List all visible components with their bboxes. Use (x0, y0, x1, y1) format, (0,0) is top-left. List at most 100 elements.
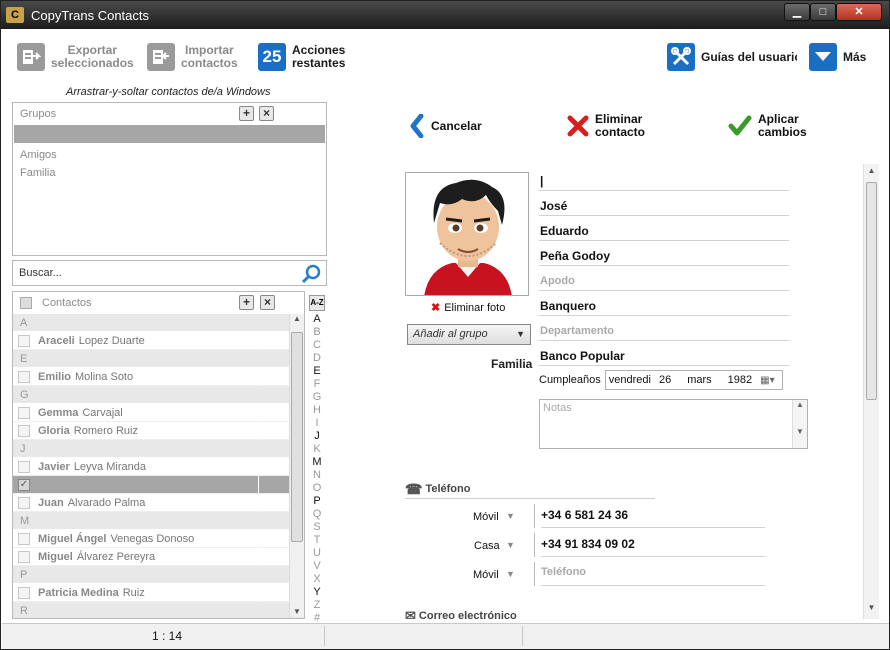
contacts-scroll-thumb[interactable] (291, 332, 303, 542)
alphabet-letter[interactable]: F (307, 378, 327, 391)
prefix-field[interactable]: | (539, 166, 789, 191)
delete-contact-action-button[interactable]: Eliminar contacto (567, 109, 645, 143)
contact-row[interactable]: Javier Leyva Miranda (13, 458, 304, 476)
contact-row[interactable]: Araceli Lopez Duarte (13, 332, 304, 350)
contact-row[interactable]: Miguel Ángel Venegas Donoso (13, 530, 304, 548)
group-row-amigos[interactable]: Amigos (13, 146, 326, 164)
contact-checkbox[interactable] (18, 407, 30, 419)
delete-group-button[interactable]: × (259, 106, 274, 121)
sort-az-button[interactable]: A-Z (309, 295, 325, 311)
detail-scroll-thumb[interactable] (866, 182, 877, 400)
job-title-field[interactable]: Banquero (539, 291, 789, 316)
middle-name-field[interactable]: Eduardo (539, 216, 789, 241)
import-contacts-button[interactable]: Importar contactos (147, 41, 238, 73)
alphabet-letter[interactable]: H (307, 404, 327, 417)
select-all-checkbox[interactable] (20, 297, 32, 309)
detail-scrollbar[interactable]: ▲ ▼ (863, 164, 879, 619)
contact-count: 1 : 14 (152, 629, 183, 643)
contact-row-selected[interactable]: ✓ (13, 476, 304, 494)
alphabet-letter[interactable]: C (307, 339, 327, 352)
cancel-button[interactable]: Cancelar (409, 109, 482, 143)
alphabet-letter[interactable]: V (307, 560, 327, 573)
alphabet-letter[interactable]: Y (307, 586, 327, 599)
birthday-month: mars (687, 374, 712, 386)
contact-checkbox[interactable] (18, 371, 30, 383)
alphabet-letter[interactable]: M (307, 456, 327, 469)
phone-type-caret-icon[interactable]: ▼ (506, 569, 515, 579)
minimize-button[interactable]: ▁ (784, 3, 810, 21)
department-field[interactable]: Departamento (539, 316, 789, 341)
export-selected-button[interactable]: Exportar seleccionados (17, 41, 134, 73)
alphabet-letter[interactable]: S (307, 521, 327, 534)
contact-row[interactable]: Gemma Carvajal (13, 404, 304, 422)
delete-contact-button[interactable]: × (260, 295, 275, 310)
phone-number-field[interactable]: Teléfono (541, 566, 765, 586)
alphabet-letter[interactable]: O (307, 482, 327, 495)
contact-checkbox[interactable]: ✓ (18, 479, 30, 491)
alphabet-letter[interactable]: P (307, 495, 327, 508)
alphabet-letter[interactable]: X (307, 573, 327, 586)
calendar-icon[interactable]: ▦▾ (760, 375, 774, 386)
contact-row[interactable]: Gloria Romero Ruiz (13, 422, 304, 440)
birthday-date-picker[interactable]: vendredi 26 mars 1982 ▦▾ (604, 370, 783, 390)
letter-header: G (13, 386, 304, 404)
contact-photo[interactable] (405, 172, 529, 296)
contact-checkbox[interactable] (18, 551, 30, 563)
more-button[interactable]: Más (809, 41, 866, 73)
add-contact-button[interactable]: + (239, 295, 254, 310)
alphabet-letter[interactable]: G (307, 391, 327, 404)
group-row-selected[interactable] (14, 125, 325, 143)
alphabet-letter[interactable]: D (307, 352, 327, 365)
alphabet-letter[interactable]: T (307, 534, 327, 547)
alphabet-letter[interactable]: K (307, 443, 327, 456)
status-bar: 1 : 14 (2, 623, 889, 649)
first-name-field[interactable]: José (539, 191, 789, 216)
delete-photo-button[interactable]: ✖ Eliminar foto (431, 301, 505, 314)
alphabet-letter[interactable]: N (307, 469, 327, 482)
alphabet-letter[interactable]: U (307, 547, 327, 560)
alphabet-letter[interactable]: Q (307, 508, 327, 521)
notes-field[interactable]: Notas ▲ ▼ (539, 399, 808, 449)
maximize-button[interactable]: □ (810, 3, 836, 21)
contact-row[interactable]: Juan Alvarado Palma (13, 494, 304, 512)
alphabet-letter[interactable]: E (307, 365, 327, 378)
last-name-field[interactable]: Peña Godoy (539, 241, 789, 266)
close-window-button[interactable]: ✕ (836, 3, 882, 21)
alphabet-letter[interactable]: I (307, 417, 327, 430)
alphabet-letter[interactable]: Z (307, 599, 327, 612)
nickname-field[interactable]: Apodo (539, 266, 789, 291)
phone-type-caret-icon[interactable]: ▼ (506, 540, 515, 550)
contact-checkbox[interactable] (18, 497, 30, 509)
add-group-button[interactable]: + (239, 106, 254, 121)
company-field[interactable]: Banco Popular (539, 341, 789, 366)
alphabet-letter[interactable]: A (307, 313, 327, 326)
search-icon[interactable] (300, 263, 322, 285)
contact-checkbox[interactable] (18, 533, 30, 545)
contact-row[interactable]: Emilio Molina Soto (13, 368, 304, 386)
apply-changes-button[interactable]: Aplicar cambios (728, 109, 807, 143)
contact-checkbox[interactable] (18, 425, 30, 437)
phone-number-field[interactable]: +34 6 581 24 36 (541, 508, 765, 528)
search-input[interactable]: Buscar... (12, 260, 327, 286)
contact-checkbox[interactable] (18, 461, 30, 473)
phone-type-select[interactable]: Casa (474, 540, 500, 552)
contact-checkbox[interactable] (18, 335, 30, 347)
contact-last-name: Leyva Miranda (73, 461, 146, 473)
notes-scrollbar[interactable]: ▲ ▼ (792, 400, 807, 448)
contact-row[interactable]: Miguel Álvarez Pereyra (13, 548, 304, 566)
contact-detail-pane: ✖ Eliminar foto Añadir al grupo ▼ Familia … (405, 164, 879, 619)
phone-number-field[interactable]: +34 91 834 09 02 (541, 537, 765, 557)
add-to-group-dropdown[interactable]: Añadir al grupo ▼ (407, 324, 531, 345)
phone-type-select[interactable]: Móvil (473, 511, 499, 523)
alphabet-letter[interactable]: B (307, 326, 327, 339)
actions-label-line2: restantes (292, 56, 346, 70)
remaining-actions-button[interactable]: 25 Acciones restantes (258, 41, 345, 73)
user-guides-button[interactable]: Guías del usuario (667, 41, 797, 73)
phone-type-select[interactable]: Móvil (473, 569, 499, 581)
contact-row[interactable]: Patricia Medina Ruiz (13, 584, 304, 602)
contact-checkbox[interactable] (18, 587, 30, 599)
alphabet-letter[interactable]: J (307, 430, 327, 443)
phone-type-caret-icon[interactable]: ▼ (506, 511, 515, 521)
contacts-scrollbar[interactable]: ▲ ▼ (289, 314, 304, 617)
group-row-familia[interactable]: Familia (13, 164, 326, 182)
